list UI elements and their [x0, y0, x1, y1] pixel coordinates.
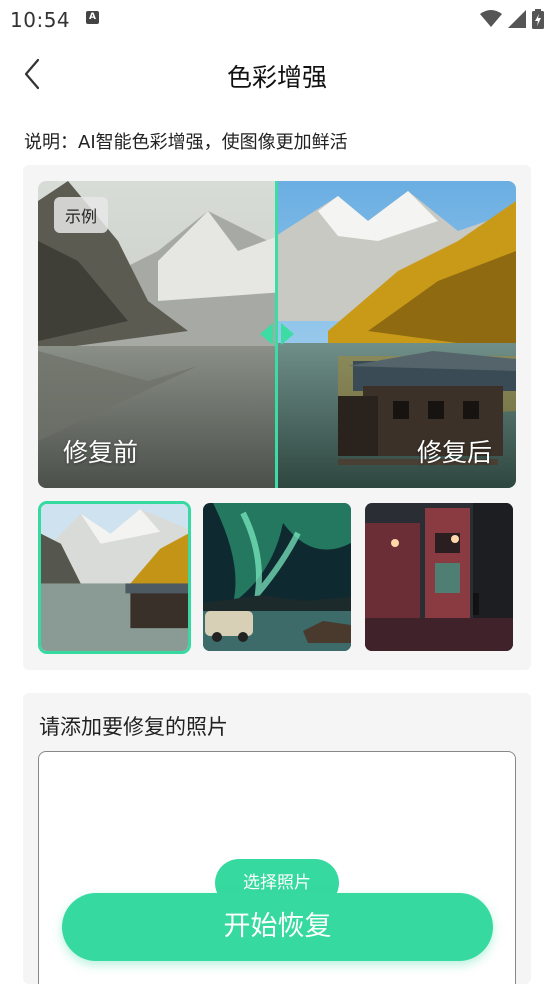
comparison-drag-handle[interactable] [257, 319, 297, 349]
after-label: 修复后 [416, 438, 492, 467]
double-arrow-icon [260, 323, 294, 345]
lake-mountain-thumbnail[interactable] [38, 501, 191, 654]
description-text: 说明：AI智能色彩增强，使图像更加鲜活 [24, 132, 348, 153]
status-time: 10:54 [10, 8, 71, 32]
page-title: 色彩增强 [226, 63, 327, 92]
night-street-thumbnail[interactable] [365, 503, 513, 651]
aurora-image [203, 503, 351, 651]
aurora-thumbnail[interactable] [203, 503, 351, 651]
upload-title: 请添加要修复的照片 [39, 715, 228, 739]
status-icons [480, 8, 544, 30]
status-bar: 10:54 A [0, 0, 554, 38]
before-after-comparison[interactable]: 示例 修复前 修复后 [38, 181, 516, 488]
start-restore-button[interactable]: 开始恢复 [62, 893, 493, 961]
lake-mountain-image [41, 504, 188, 651]
night-street-image [365, 503, 513, 651]
a-notification-icon: A [86, 11, 99, 24]
example-badge: 示例 [54, 197, 109, 233]
app-header: 色彩增强 [0, 38, 554, 110]
before-label: 修复前 [63, 438, 139, 467]
wifi-icon [480, 10, 502, 27]
example-thumbnails [38, 501, 516, 654]
signal-icon [508, 10, 526, 28]
battery-icon [532, 9, 544, 29]
example-card: 示例 修复前 修复后 [23, 165, 531, 670]
